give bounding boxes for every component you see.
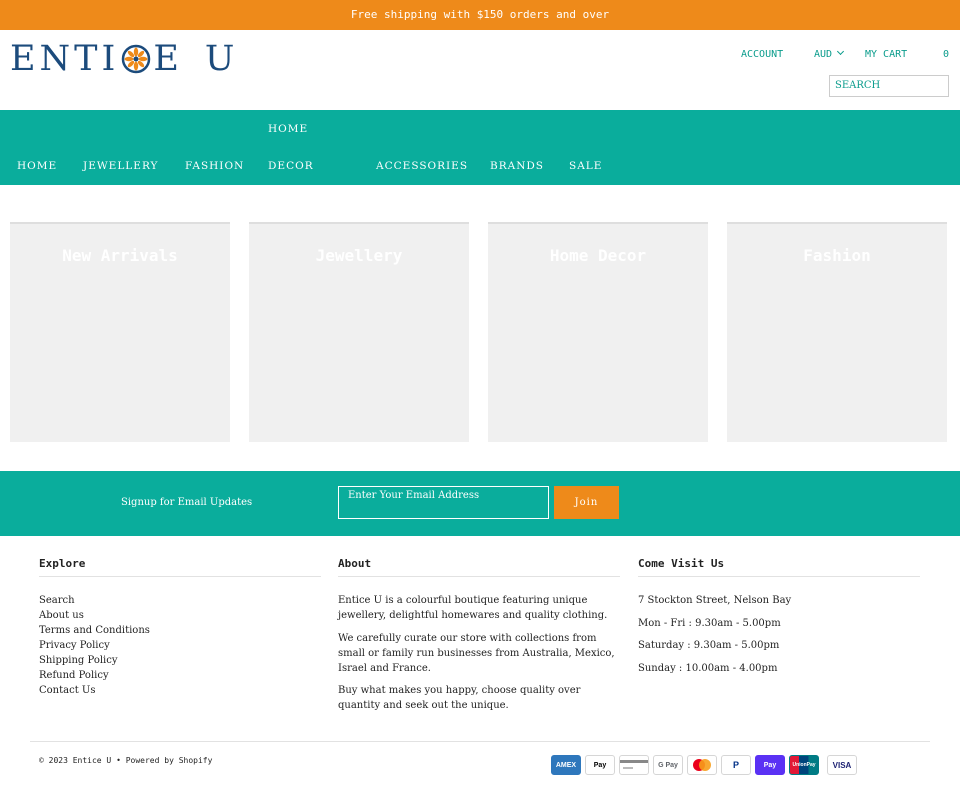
cart-count[interactable]: 0 (943, 48, 949, 62)
footer-link-refund[interactable]: Refund Policy (39, 668, 321, 683)
footer-about-title: About (338, 557, 620, 577)
tile-label: Home Decor (549, 246, 647, 265)
join-button[interactable]: Join (554, 486, 619, 519)
footer-visit: Come Visit Us 7 Stockton Street, Nelson … (638, 557, 920, 683)
tile-new-arrivals[interactable]: New Arrivals (10, 222, 230, 442)
footer-visit-title: Come Visit Us (638, 557, 920, 577)
shop-pay-icon: Pay (755, 755, 785, 775)
tile-label: Fashion (803, 246, 871, 265)
footer-about: About Entice U is a colourful boutique f… (338, 557, 620, 721)
email-signup: Signup for Email Updates Enter Your Emai… (0, 471, 960, 536)
amex-icon: AMEX (551, 755, 581, 775)
nav-item-decor[interactable]: DECOR (268, 160, 314, 172)
logo-text-start: ENTI (10, 39, 120, 79)
visit-hours: Saturday : 9.30am - 5.00pm (638, 640, 780, 651)
email-placeholder: Enter Your Email Address (348, 490, 480, 501)
nav-item-jewellery[interactable]: JEWELLERY (83, 160, 158, 172)
about-paragraph: Buy what makes you happy, choose quality… (338, 685, 581, 711)
footer-link-shipping[interactable]: Shipping Policy (39, 653, 321, 668)
logo[interactable]: ENTI E U (10, 39, 239, 79)
visit-address: 7 Stockton Street, Nelson Bay (638, 595, 792, 606)
announcement-bar: Free shipping with $150 orders and over (0, 0, 960, 30)
tile-fashion[interactable]: Fashion (727, 222, 947, 442)
footer-link-contact[interactable]: Contact Us (39, 683, 321, 698)
unionpay-icon: UnionPay (789, 755, 819, 775)
footer-explore-title: Explore (39, 557, 321, 577)
logo-text-mid: E (153, 39, 183, 79)
copyright-text: © 2023 Entice U (39, 756, 112, 765)
cart-link[interactable]: MY CART (865, 48, 907, 62)
google-pay-icon: G Pay (653, 755, 683, 775)
chevron-down-icon (837, 47, 845, 56)
about-paragraph: Entice U is a colourful boutique featuri… (338, 595, 608, 621)
footer-explore: Explore Search About us Terms and Condit… (39, 557, 321, 698)
powered-by-link[interactable]: Powered by Shopify (126, 756, 213, 765)
nav-item-sale[interactable]: SALE (569, 160, 602, 172)
site-header: ENTI E U ACCOUNT AUD MY CART 0 SEARCH (0, 30, 960, 110)
nav-home-top[interactable]: HOME (268, 123, 308, 135)
generic-card-icon (619, 755, 649, 775)
main-nav: HOME HOME JEWELLERY FASHION DECOR ACCESS… (0, 110, 960, 185)
copyright: © 2023 Entice U • Powered by Shopify (39, 756, 212, 765)
flower-icon (122, 44, 151, 74)
nav-item-home[interactable]: HOME (17, 160, 57, 172)
about-paragraph: We carefully curate our store with colle… (338, 632, 615, 674)
tile-jewellery[interactable]: Jewellery (249, 222, 469, 442)
footer-link-search[interactable]: Search (39, 593, 321, 608)
nav-item-accessories[interactable]: ACCESSORIES (376, 160, 468, 172)
footer-link-terms[interactable]: Terms and Conditions (39, 623, 321, 638)
visit-hours: Mon - Fri : 9.30am - 5.00pm (638, 617, 781, 629)
search-input[interactable]: SEARCH (829, 75, 949, 97)
apple-pay-icon: Pay (585, 755, 615, 775)
footer-divider (30, 741, 930, 742)
mastercard-icon (687, 755, 717, 775)
email-field[interactable]: Enter Your Email Address (338, 486, 549, 519)
tile-label: Jewellery (315, 246, 403, 265)
currency-value: AUD (814, 49, 833, 60)
visa-icon: VISA (827, 755, 857, 775)
visit-hours: Sunday : 10.00am - 4.00pm (638, 662, 778, 674)
separator: • (116, 756, 126, 765)
logo-text-end: U (204, 39, 239, 79)
nav-item-brands[interactable]: BRANDS (490, 160, 544, 172)
search-placeholder: SEARCH (835, 80, 881, 91)
paypal-icon: P (721, 755, 751, 775)
signup-label: Signup for Email Updates (121, 497, 253, 508)
account-link[interactable]: ACCOUNT (741, 48, 783, 62)
nav-item-fashion[interactable]: FASHION (185, 160, 244, 172)
collection-tiles: New Arrivals Jewellery Home Decor Fashio… (0, 222, 960, 444)
tile-label: New Arrivals (62, 246, 178, 265)
currency-select[interactable]: AUD (814, 47, 845, 62)
footer-link-privacy[interactable]: Privacy Policy (39, 638, 321, 653)
tile-home-decor[interactable]: Home Decor (488, 222, 708, 442)
footer-link-about[interactable]: About us (39, 608, 321, 623)
